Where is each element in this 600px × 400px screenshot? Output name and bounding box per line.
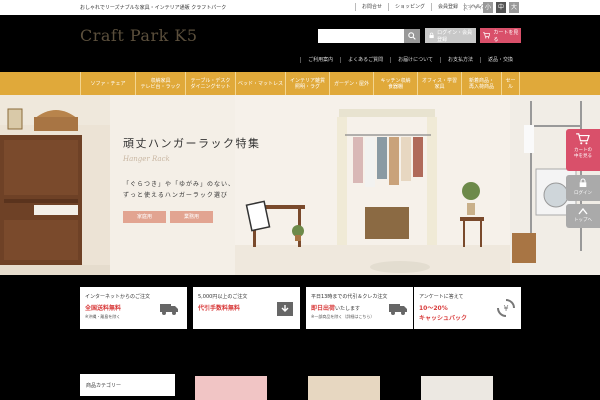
nav-item-kitchen[interactable]: キッチン収納 食器棚 (374, 72, 418, 95)
nav-item-interior[interactable]: インテリア雑貨 照明・ラグ (286, 72, 330, 95)
nav-item-new[interactable]: 新着商品・ 再入荷商品 (462, 72, 502, 95)
search-icon (408, 32, 416, 40)
hero-left-panel (0, 95, 110, 275)
top-link-register[interactable]: 会員登録 (431, 3, 464, 11)
truck-icon (389, 304, 407, 315)
top-link-contact[interactable]: お問合せ (355, 3, 388, 11)
login-button[interactable]: ログイン・会員登録 (425, 28, 476, 43)
search-button[interactable] (404, 29, 420, 43)
info-box-cod-free[interactable]: 5,000円以上のご注文 代引手数料無料 (193, 287, 300, 329)
info-box-headline-strong: 即日出荷 (311, 305, 336, 312)
product-thumbnail[interactable] (195, 376, 267, 400)
furniture-illustration (0, 108, 110, 275)
hanger-rack-illustration (235, 95, 510, 275)
cashback-icon: ¥ (497, 299, 515, 317)
font-size-large-button[interactable]: 大 (509, 2, 519, 13)
svg-text:¥: ¥ (503, 304, 508, 313)
hero-banner[interactable]: 頑丈ハンガーラック特集 Hanger Rack 「ぐらつき」や「ゆがみ」のない、… (0, 95, 600, 275)
chevron-up-icon (578, 207, 588, 215)
hero-tag-business[interactable]: 業務用 (170, 211, 213, 223)
sublink-faq[interactable]: よくあるご質問 (340, 57, 390, 63)
product-thumbnail[interactable] (308, 376, 380, 400)
cart-icon (483, 32, 491, 39)
sublink-payment[interactable]: お支払方法 (439, 57, 480, 63)
info-box-same-day[interactable]: 平日13時までの代引＆クレカ注文 即日出荷いたします ※一部商品を除く（詳細はこ… (306, 287, 413, 329)
hero-copy-line1: 「ぐらつき」や「ゆがみ」のない、 (123, 181, 236, 188)
hero-title: 頑丈ハンガーラック特集 (123, 137, 261, 150)
category-heading: 商品カテゴリー (80, 374, 175, 396)
cart-button[interactable]: カートを見る (480, 28, 521, 43)
info-box-headline-suffix: いたします (335, 306, 361, 312)
box-icon (277, 302, 293, 316)
login-button-label: ログイン・会員登録 (437, 29, 473, 43)
sublink-guide[interactable]: ご利用案内 (300, 57, 340, 63)
cart-icon (576, 133, 590, 145)
side-login-button[interactable]: ログイン (566, 175, 600, 201)
info-box-cashback[interactable]: アンケートに答えて 10～20% キャッシュバック ¥ (414, 287, 521, 329)
page: おしゃれでリーズナブルな家具・インテリア通販 クラフトパーク お問合せ ショッピ… (0, 0, 600, 400)
side-login-label: ログイン (574, 191, 592, 196)
hero-copy-line2: ずっと使えるハンガーラック選び (123, 192, 228, 199)
nav-item-bed[interactable]: ベッド・マットレス (236, 72, 286, 95)
category-nav: ソファ・チェア 収納家具 テレビ台・ラック テーブル・デスク ダイニングセット … (0, 72, 600, 95)
cart-button-label: カートを見る (493, 29, 519, 43)
sublink-returns[interactable]: 返品・交換 (479, 57, 520, 63)
header-sublinks: ご利用案内 よくあるご質問 お届けについて お支払方法 返品・交換 (300, 57, 520, 63)
nav-item-garden[interactable]: ガーデン・屋外 (330, 72, 374, 95)
site-tagline: おしゃれでリーズナブルな家具・インテリア通販 クラフトパーク (80, 5, 227, 11)
back-to-top-label: トップへ (574, 218, 592, 223)
hero-tag-home[interactable]: 家庭用 (123, 211, 166, 223)
lock-icon (579, 178, 587, 187)
nav-item-storage[interactable]: 収納家具 テレビ台・ラック (136, 72, 186, 95)
nav-item-office[interactable]: オフィス・学習 家具 (418, 72, 462, 95)
top-bar: おしゃれでリーズナブルな家具・インテリア通販 クラフトパーク お問合せ ショッピ… (0, 0, 600, 15)
sublink-delivery[interactable]: お届けについて (390, 57, 440, 63)
back-to-top-button[interactable]: トップへ (566, 204, 600, 228)
truck-icon (160, 304, 178, 315)
info-box-free-shipping[interactable]: インターネットからのご注文 全国送料無料 ※沖縄・離島を除く (80, 287, 187, 329)
font-size-medium-button[interactable]: 中 (496, 2, 506, 13)
top-link-shopping[interactable]: ショッピング (388, 3, 431, 11)
hero-subtitle: Hanger Rack (123, 155, 170, 163)
nav-item-sofa[interactable]: ソファ・チェア (80, 72, 136, 95)
site-logo[interactable]: Craft Park K5 (80, 26, 198, 45)
side-cart-button[interactable]: カートの 中を見る (566, 129, 600, 171)
font-size-small-button[interactable]: 小 (483, 2, 493, 13)
search-input[interactable] (318, 29, 404, 43)
nav-item-sale[interactable]: セール (502, 72, 520, 95)
side-cart-label: カートの 中を見る (574, 148, 592, 159)
product-thumbnail[interactable] (421, 376, 493, 400)
nav-item-table[interactable]: テーブル・デスク ダイニングセット (186, 72, 236, 95)
lock-icon (429, 32, 434, 39)
